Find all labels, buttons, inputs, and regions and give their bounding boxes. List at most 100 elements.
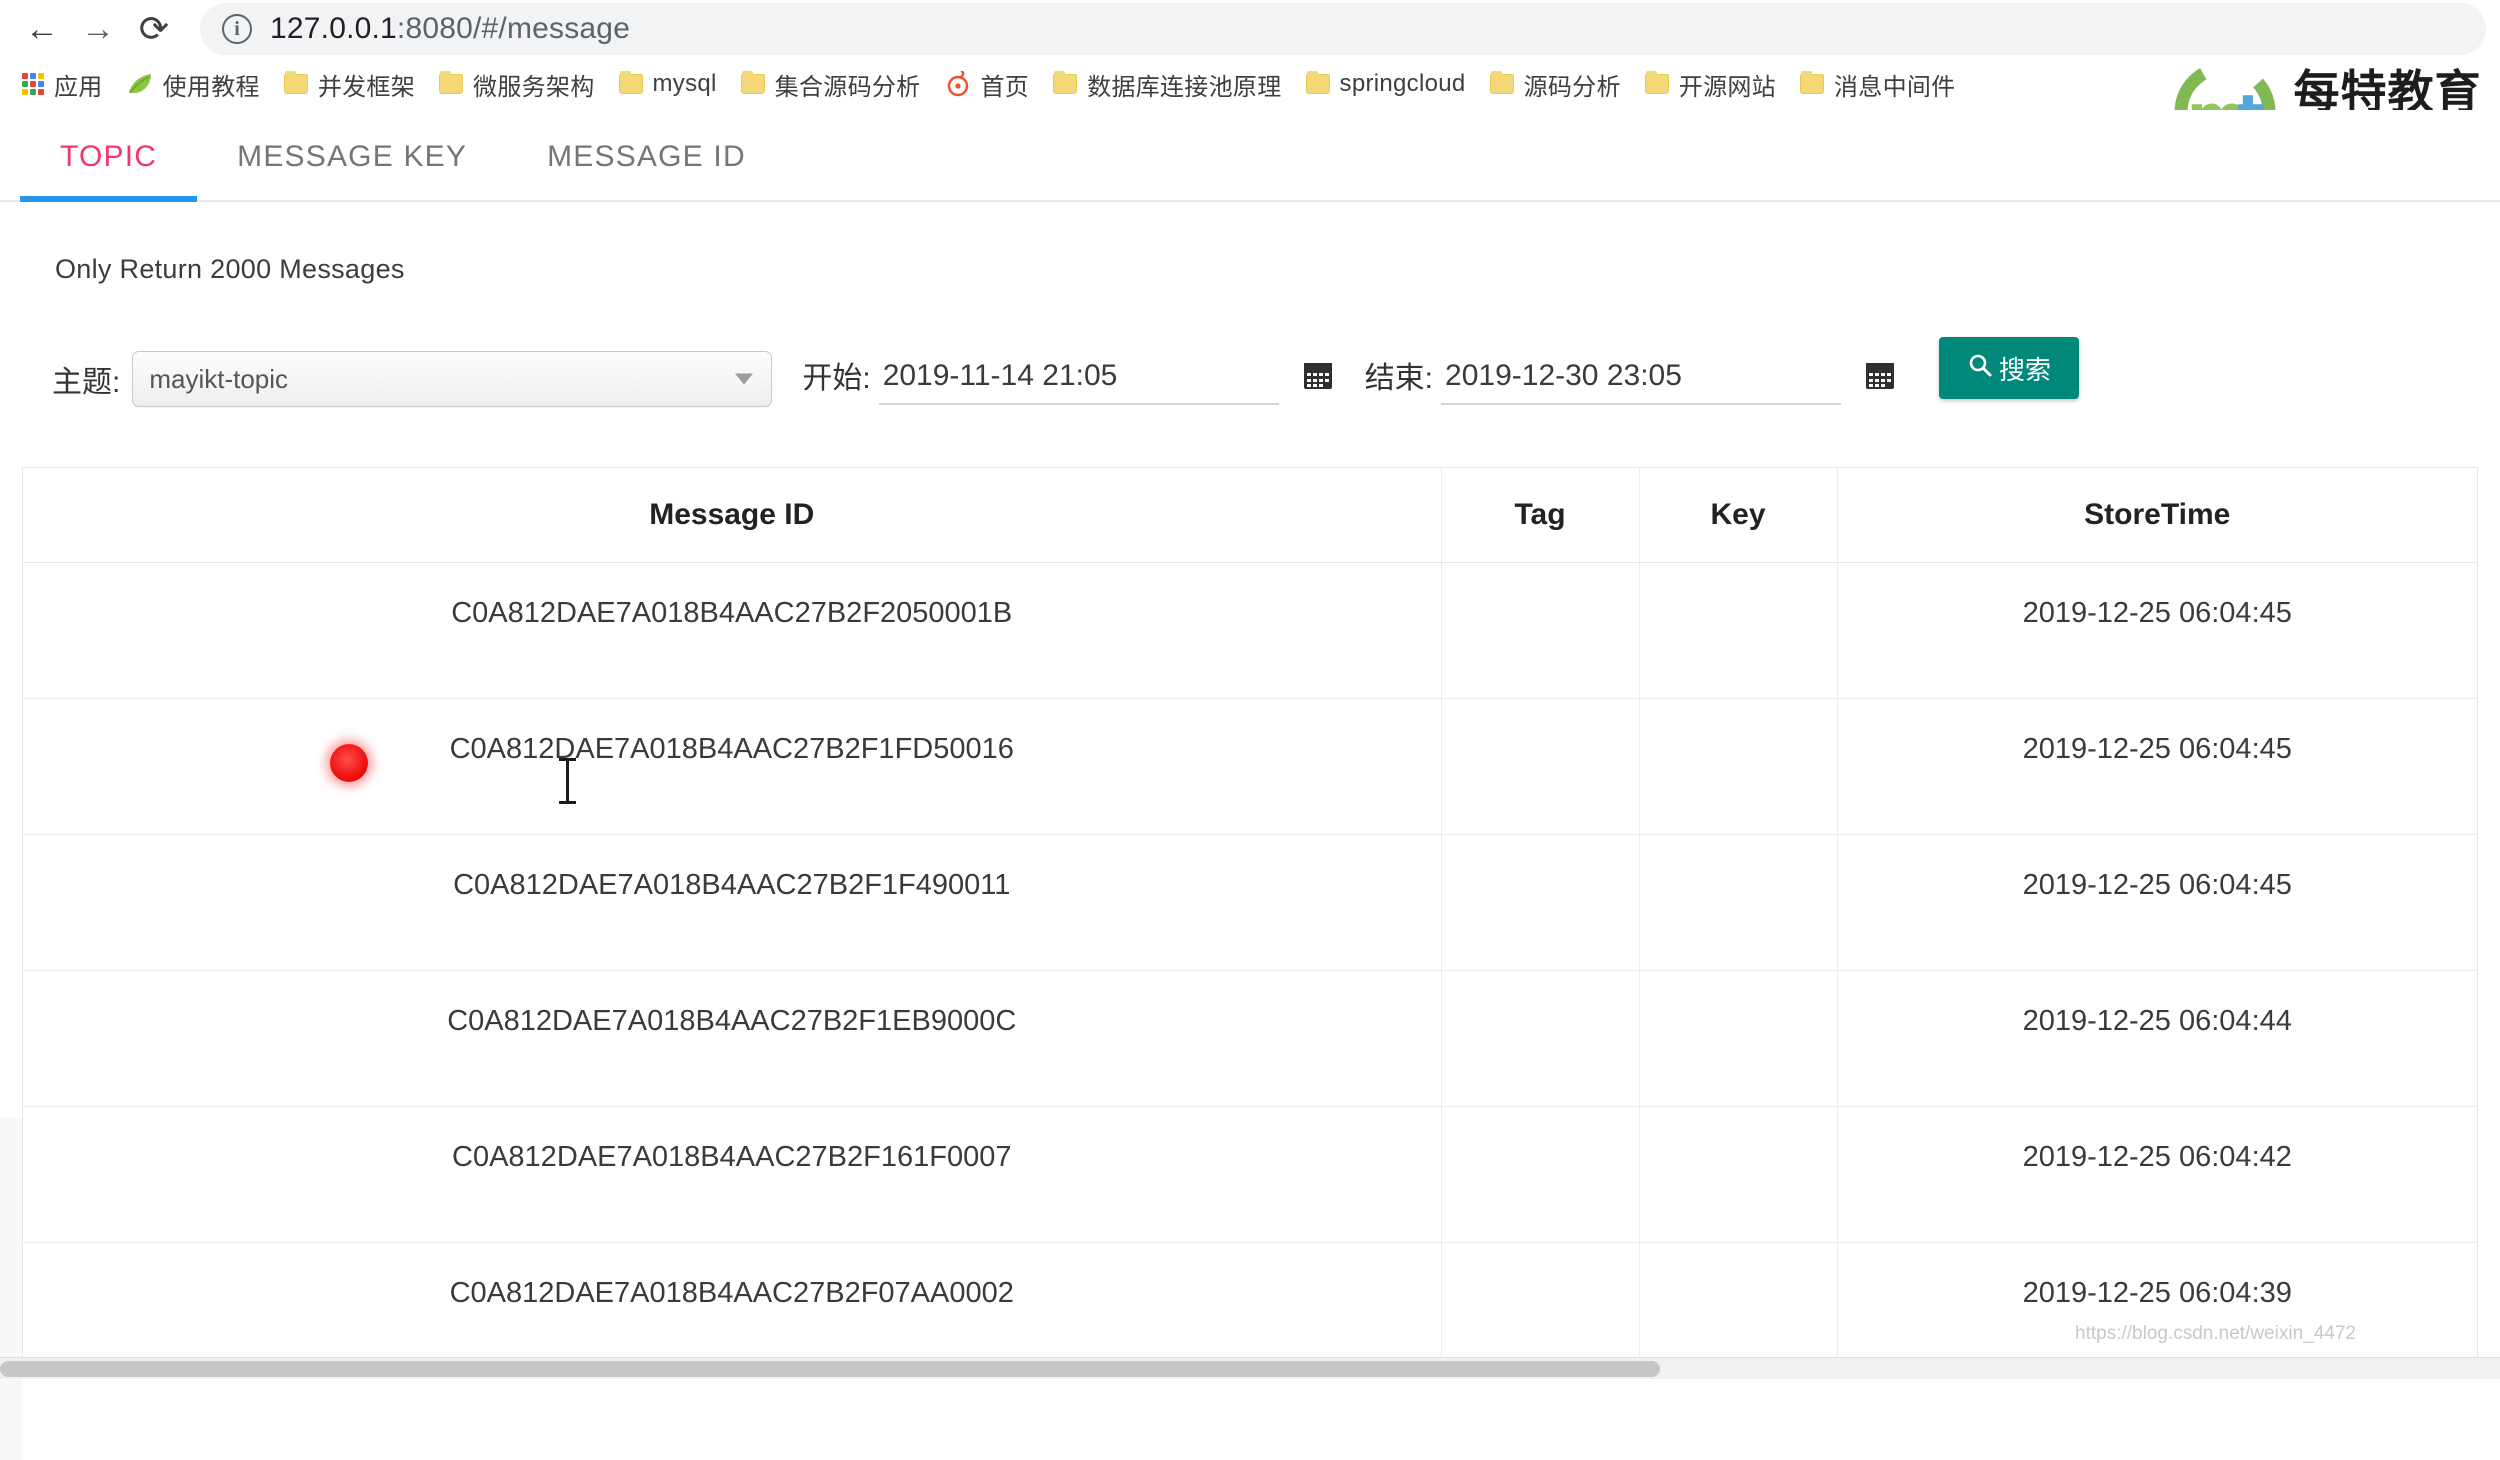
cell-message-id[interactable]: C0A812DAE7A018B4AAC27B2F1EB9000C [23,970,1442,1107]
column-header-storetime: StoreTime [1837,468,2477,563]
bookmark-apps[interactable]: 应用 [10,62,115,106]
begin-date-input[interactable]: 2019-11-14 21:05 [878,359,1279,405]
bookmark-label: 源码分析 [1523,73,1621,101]
topic-select-value: mayikt-topic [149,363,289,394]
bookmark-label: 首页 [980,73,1030,101]
cell-key [1639,970,1838,1107]
bookmark-label: 集合源码分析 [774,73,921,101]
bookmark-concurrency-framework[interactable]: 并发框架 [272,62,427,106]
watermark-cn-text: 每特教育 [2293,65,2482,110]
app-page: TOPIC MESSAGE KEY MESSAGE ID Only Return… [0,110,2500,1460]
bookmark-label: 微服务架构 [473,73,595,101]
calendar-icon[interactable] [1863,358,1897,397]
bookmark-mysql[interactable]: mysql [607,62,729,106]
tab-message-key[interactable]: MESSAGE KEY [197,140,507,200]
cell-message-id[interactable]: C0A812DAE7A018B4AAC27B2F161F0007 [23,1106,1442,1243]
folder-icon [1489,71,1514,94]
search-button-label: 搜索 [1999,354,2052,385]
url-host: 127.0.0.1 [270,12,397,45]
cell-key [1639,698,1838,835]
bookmark-message-middleware[interactable]: 消息中间件 [1788,62,1968,106]
spring-leaf-icon [127,72,153,96]
table-body: C0A812DAE7A018B4AAC27B2F2050001B 2019-12… [23,562,2477,1379]
cell-message-id[interactable]: C0A812DAE7A018B4AAC27B2F1F490011 [23,834,1442,971]
url-text: 127.0.0.1:8080/#/message [270,12,630,46]
column-header-message-id: Message ID [23,468,1442,563]
horizontal-scrollbar[interactable] [0,1357,2500,1379]
apps-grid-icon [22,73,44,95]
browser-chrome: ← → ⟳ i 127.0.0.1:8080/#/message 应用 使用教程 [0,0,2500,110]
back-icon[interactable]: ← [14,4,70,54]
site-info-icon[interactable]: i [222,14,252,44]
mt-mark-icon: m t [2174,61,2276,110]
address-bar[interactable]: i 127.0.0.1:8080/#/message [200,3,2486,55]
tab-message-id[interactable]: MESSAGE ID [507,140,786,200]
bookmark-collection-source-analysis[interactable]: 集合源码分析 [729,62,933,106]
end-label: 结束: [1364,362,1434,395]
bookmark-db-connection-pool[interactable]: 数据库连接池原理 [1041,62,1293,106]
bookmark-microservice-arch[interactable]: 微服务架构 [427,62,607,106]
topic-label: 主题: [52,366,121,399]
bookmark-label: mysql [652,70,717,97]
cell-tag [1441,970,1640,1107]
messages-table: Message ID Tag Key StoreTime C0A812DAE7A… [23,468,2477,1379]
bookmark-source-analysis[interactable]: 源码分析 [1478,62,1633,106]
cell-key [1639,1106,1838,1243]
chevron-down-icon [735,373,754,385]
search-button[interactable]: 搜索 [1939,337,2080,399]
bookmark-usage-tutorial[interactable]: 使用教程 [115,62,272,106]
url-path: :8080/#/message [396,12,631,45]
folder-icon [1053,71,1078,94]
cell-tag [1441,698,1640,835]
begin-date-group: 开始: 2019-11-14 21:05 [802,353,1334,405]
search-icon [1967,352,1993,385]
tab-bar: TOPIC MESSAGE KEY MESSAGE ID [0,110,2500,202]
svg-text:t: t [2237,82,2265,110]
reload-icon[interactable]: ⟳ [126,4,182,54]
bookmark-label: 数据库连接池原理 [1087,73,1282,101]
bookmarks-bar: 应用 使用教程 并发框架 微服务架构 mysql 集合源码分析 首页 数据库连接… [0,58,2500,110]
end-date-input[interactable]: 2019-12-30 23:05 [1441,359,1842,405]
cell-storetime: 2019-12-25 06:04:45 [1837,834,2477,971]
cell-key [1639,562,1838,699]
bookmark-homepage[interactable]: 首页 [933,62,1042,106]
site-watermark-logo: m t 每特教育 meiteedu.c [2169,60,2500,110]
scrollbar-thumb[interactable] [0,1361,1660,1377]
bookmark-label: springcloud [1339,70,1466,97]
folder-icon [618,71,643,94]
end-date-group: 结束: 2019-12-30 23:05 [1365,353,1897,405]
topic-select[interactable]: mayikt-topic [132,351,773,407]
folder-icon [1305,71,1330,94]
folder-icon [439,71,464,94]
bookmark-springcloud[interactable]: springcloud [1294,62,1478,106]
bookmark-label: 开源网站 [1678,73,1776,101]
table-header: Message ID Tag Key StoreTime [23,468,2477,563]
cell-message-id[interactable]: C0A812DAE7A018B4AAC27B2F2050001B [23,562,1442,699]
folder-icon [1799,71,1824,94]
column-header-key: Key [1639,468,1838,563]
bookmark-label: 消息中间件 [1833,73,1956,101]
cell-tag [1441,562,1640,699]
table-row[interactable]: C0A812DAE7A018B4AAC27B2F2050001B 2019-12… [23,562,2477,699]
bookmark-label: 并发框架 [317,73,416,101]
cell-tag [1441,834,1640,971]
only-return-note: Only Return 2000 Messages [55,254,405,284]
cell-message-id[interactable]: C0A812DAE7A018B4AAC27B2F1FD50016 [23,698,1442,835]
table-row[interactable]: C0A812DAE7A018B4AAC27B2F1FD50016 2019-12… [23,698,2477,835]
tab-topic[interactable]: TOPIC [20,140,198,202]
calendar-icon[interactable] [1301,358,1335,397]
cell-storetime: 2019-12-25 06:04:42 [1837,1106,2477,1243]
folder-icon [283,71,308,94]
bookmark-opensource-sites[interactable]: 开源网站 [1633,62,1788,106]
table-row[interactable]: C0A812DAE7A018B4AAC27B2F1EB9000C 2019-12… [23,970,2477,1107]
browser-toolbar: ← → ⟳ i 127.0.0.1:8080/#/message [0,0,2500,58]
table-row[interactable]: C0A812DAE7A018B4AAC27B2F1F490011 2019-12… [23,834,2477,971]
cell-storetime: 2019-12-25 06:04:45 [1837,698,2477,835]
cell-tag [1441,1106,1640,1243]
begin-label: 开始: [802,362,871,395]
table-row[interactable]: C0A812DAE7A018B4AAC27B2F161F0007 2019-12… [23,1106,2477,1243]
forward-icon[interactable]: → [70,4,126,54]
search-form: 主题: mayikt-topic 开始: 2019-11-14 21:05 结束… [0,285,2500,421]
spring-boot-icon [945,69,971,97]
cell-storetime: 2019-12-25 06:04:44 [1837,970,2477,1107]
